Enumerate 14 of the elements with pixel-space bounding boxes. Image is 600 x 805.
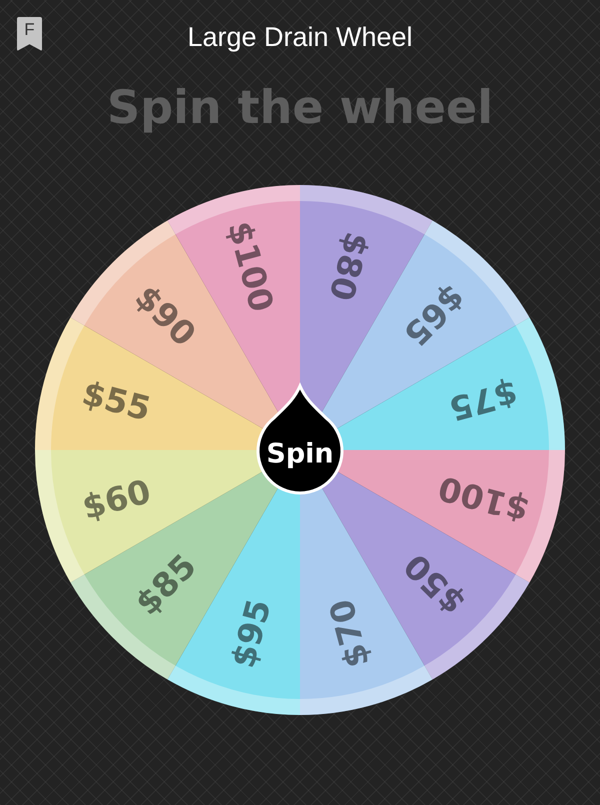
page-title: Large Drain Wheel (187, 22, 413, 53)
segment-label: $80 (321, 228, 377, 305)
segment-label: $50 (396, 546, 472, 622)
spin-button[interactable]: Spin (256, 384, 344, 494)
segment-label: $75 (445, 373, 522, 429)
segment-label: $55 (78, 373, 155, 429)
segment-label: $100 (434, 468, 533, 530)
segment-label: $70 (321, 595, 377, 672)
segment-label: $90 (128, 278, 204, 354)
segment-label: $60 (78, 471, 155, 527)
bookmark-badge[interactable]: F (17, 17, 42, 51)
segment-label: $100 (220, 217, 282, 316)
segment-label: $95 (223, 595, 279, 672)
wheel-heading: Spin the wheel (107, 79, 493, 136)
